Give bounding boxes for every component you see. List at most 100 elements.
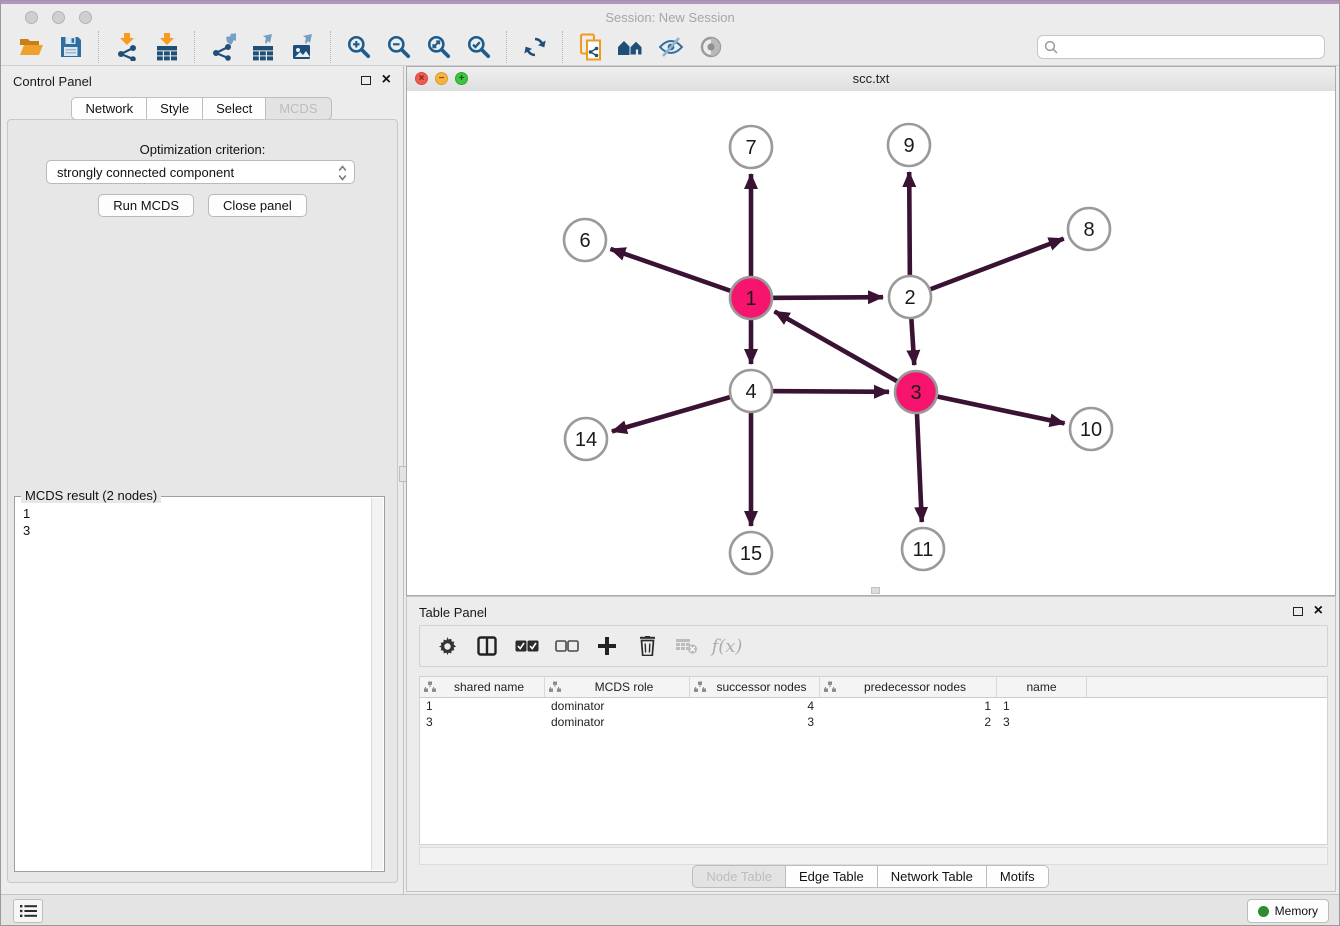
float-panel-icon[interactable] <box>361 76 371 85</box>
mcds-panel: Optimization criterion: strongly connect… <box>7 119 398 883</box>
function-builder-icon[interactable]: f(x) <box>714 633 740 659</box>
column-header-mcds-role[interactable]: MCDS role <box>545 677 690 697</box>
network-graph: 7968124314101511 <box>407 91 1335 593</box>
dropdown-stepper-icon <box>338 164 347 185</box>
node-table: shared name MCDS role successor nodes pr… <box>419 676 1328 845</box>
table-panel-header: Table Panel × <box>407 597 1335 623</box>
main-area: Control Panel × Network Style Select MCD… <box>1 66 1339 896</box>
tab-network[interactable]: Network <box>71 97 147 120</box>
tab-mcds[interactable]: MCDS <box>265 97 331 120</box>
float-table-panel-icon[interactable] <box>1293 607 1303 616</box>
mcds-result-list: 1 3 <box>23 505 30 539</box>
close-panel-button[interactable]: Close panel <box>208 194 307 217</box>
hide-all-columns-icon[interactable] <box>554 633 580 659</box>
memory-label: Memory <box>1275 904 1318 918</box>
search-input[interactable] <box>1058 39 1324 54</box>
import-network-icon[interactable] <box>112 32 142 62</box>
mcds-result-line: 1 <box>23 505 30 522</box>
graph-node-label-14: 14 <box>575 429 597 451</box>
mcds-result-group: MCDS result (2 nodes) 1 3 <box>14 496 385 872</box>
cell-shared-name: 1 <box>420 699 545 713</box>
close-panel-icon[interactable]: × <box>382 71 391 89</box>
titlebar: Session: New Session <box>1 1 1339 28</box>
cell-successor-nodes: 4 <box>690 699 820 713</box>
save-session-icon[interactable] <box>56 32 86 62</box>
delete-table-icon[interactable] <box>674 633 700 659</box>
export-image-icon[interactable] <box>288 32 318 62</box>
application-window: Session: New Session <box>0 0 1340 926</box>
show-all-columns-icon[interactable] <box>514 633 540 659</box>
column-type-icon <box>824 681 836 693</box>
search-box <box>1037 35 1325 59</box>
open-session-icon[interactable] <box>16 32 46 62</box>
zoom-in-icon[interactable] <box>344 32 374 62</box>
zoom-out-icon[interactable] <box>384 32 414 62</box>
dropdown-value: strongly connected component <box>57 165 234 180</box>
memory-button[interactable]: Memory <box>1247 899 1329 923</box>
hide-selected-icon[interactable] <box>656 32 686 62</box>
export-network-icon[interactable] <box>208 32 238 62</box>
tab-style[interactable]: Style <box>146 97 203 120</box>
control-panel: Control Panel × Network Style Select MCD… <box>1 66 404 896</box>
zoom-selected-icon[interactable] <box>464 32 494 62</box>
tab-node-table[interactable]: Node Table <box>692 865 786 888</box>
table-panel: Table Panel × <box>406 596 1336 892</box>
canvas-splitter-grip[interactable] <box>871 587 880 594</box>
network-window-titlebar: × − + scc.txt <box>407 67 1335 92</box>
graph-edge-3-1[interactable] <box>774 311 916 392</box>
tab-edge-table[interactable]: Edge Table <box>785 865 878 888</box>
cell-name: 1 <box>997 699 1087 713</box>
toolbar-separator <box>98 31 100 63</box>
graph-node-label-3: 3 <box>910 382 921 404</box>
first-neighbors-icon[interactable] <box>616 32 646 62</box>
export-table-icon[interactable] <box>248 32 278 62</box>
mcds-buttons: Run MCDS Close panel <box>8 194 397 217</box>
search-icon <box>1044 40 1058 54</box>
show-all-icon[interactable] <box>696 32 726 62</box>
window-title: Session: New Session <box>1 10 1339 25</box>
graph-edge-2-8[interactable] <box>910 239 1064 297</box>
graph-edge-3-10[interactable] <box>916 392 1065 423</box>
column-type-icon <box>424 681 436 693</box>
table-horizontal-scrollbar[interactable] <box>419 847 1328 865</box>
tab-motifs[interactable]: Motifs <box>986 865 1049 888</box>
graph-node-label-15: 15 <box>740 543 762 565</box>
column-header-predecessor-nodes[interactable]: predecessor nodes <box>820 677 997 697</box>
delete-column-icon[interactable] <box>634 633 660 659</box>
table-settings-icon[interactable] <box>434 633 460 659</box>
graph-edge-1-6[interactable] <box>610 249 751 298</box>
toolbar-separator <box>506 31 508 63</box>
result-scrollbar[interactable] <box>371 498 383 870</box>
cell-shared-name: 3 <box>420 715 545 729</box>
run-mcds-button[interactable]: Run MCDS <box>98 194 194 217</box>
mcds-result-title: MCDS result (2 nodes) <box>21 488 161 503</box>
optimization-criterion-dropdown[interactable]: strongly connected component <box>46 160 355 184</box>
zoom-fit-icon[interactable] <box>424 32 454 62</box>
column-header-successor-nodes[interactable]: successor nodes <box>690 677 820 697</box>
table-row[interactable]: 3 dominator 3 2 3 <box>420 714 1327 730</box>
tab-network-table[interactable]: Network Table <box>877 865 987 888</box>
graph-node-label-4: 4 <box>745 381 756 403</box>
cell-predecessor-nodes: 1 <box>820 699 997 713</box>
import-table-icon[interactable] <box>152 32 182 62</box>
column-browser-icon[interactable] <box>474 633 500 659</box>
table-row[interactable]: 1 dominator 4 1 1 <box>420 698 1327 714</box>
column-type-icon <box>694 681 706 693</box>
create-column-icon[interactable] <box>594 633 620 659</box>
clone-network-icon[interactable] <box>576 32 606 62</box>
toolbar-separator <box>562 31 564 63</box>
table-header-row: shared name MCDS role successor nodes pr… <box>420 677 1327 698</box>
task-history-button[interactable] <box>13 899 43 923</box>
toolbar-separator <box>330 31 332 63</box>
list-icon <box>20 904 37 918</box>
refresh-icon[interactable] <box>520 32 550 62</box>
cell-name: 3 <box>997 715 1087 729</box>
table-panel-title: Table Panel <box>419 605 487 620</box>
tab-select[interactable]: Select <box>202 97 266 120</box>
column-header-name[interactable]: name <box>997 677 1087 697</box>
cell-mcds-role: dominator <box>545 699 690 713</box>
close-table-panel-icon[interactable]: × <box>1314 602 1323 620</box>
network-canvas[interactable]: 7968124314101511 <box>407 91 1335 595</box>
column-header-shared-name[interactable]: shared name <box>420 677 545 697</box>
main-toolbar <box>1 28 1339 66</box>
